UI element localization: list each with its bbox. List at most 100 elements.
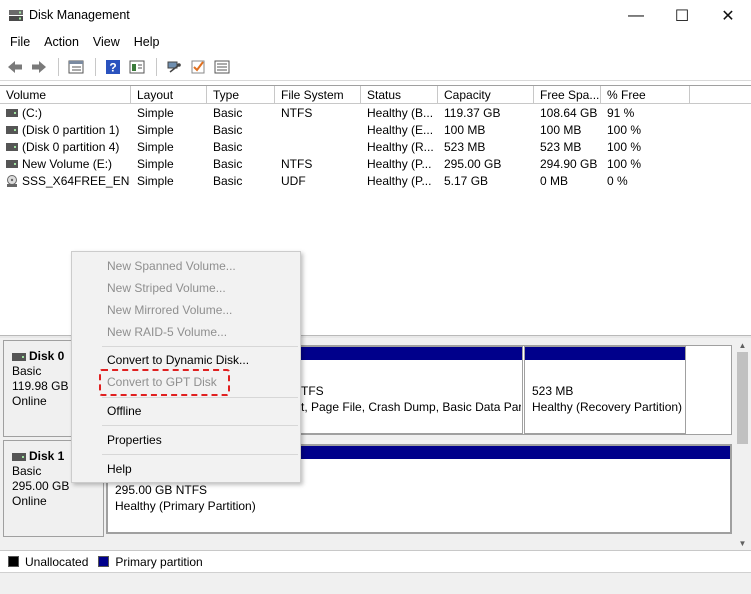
menu-new-raid5-volume[interactable]: New RAID-5 Volume... (107, 321, 227, 343)
cell-capacity: 100 MB (444, 123, 486, 137)
properties-button[interactable] (211, 56, 233, 78)
cell-status: Healthy (P... (367, 174, 432, 188)
primary-partition-swatch (98, 556, 110, 567)
help-icon: ? (106, 59, 120, 74)
column-header-volume[interactable]: Volume (0, 86, 131, 104)
back-button[interactable] (4, 56, 26, 78)
cell-status: Healthy (P... (367, 157, 432, 171)
column-header-layout[interactable]: Layout (131, 86, 207, 104)
menu-separator (102, 397, 298, 398)
cell-volume: (C:) (22, 106, 42, 120)
cell-volume: (Disk 0 partition 4) (22, 140, 120, 154)
disk-list-button[interactable] (65, 56, 87, 78)
menu-convert-to-dynamic-disk[interactable]: Convert to Dynamic Disk... (107, 349, 249, 371)
menu-view[interactable]: View (86, 31, 127, 53)
cell-status: Healthy (R... (367, 140, 434, 154)
maximize-button[interactable]: ☐ (659, 0, 705, 31)
menu-help[interactable]: Help (127, 31, 167, 53)
column-header-capacity[interactable]: Capacity (438, 86, 534, 104)
menu-bar: File Action View Help (0, 31, 751, 53)
cell-file-system: NTFS (281, 106, 313, 120)
cell-percent-free: 100 % (607, 140, 642, 154)
toolbar: ? (0, 53, 751, 81)
context-menu: New Spanned Volume... New Striped Volume… (71, 251, 301, 483)
scroll-up-icon[interactable]: ▲ (734, 338, 751, 352)
connect-button[interactable] (163, 56, 185, 78)
cell-free-space: 0 MB (540, 174, 569, 188)
legend: Unallocated Primary partition (0, 550, 751, 572)
menu-new-striped-volume[interactable]: New Striped Volume... (107, 277, 226, 299)
menu-new-spanned-volume[interactable]: New Spanned Volume... (107, 255, 236, 277)
cell-capacity: 295.00 GB (444, 157, 502, 171)
column-header-free-space[interactable]: Free Spa... (534, 86, 601, 104)
partition-recovery[interactable]: 523 MB Healthy (Recovery Partition) (524, 346, 686, 434)
close-button[interactable]: ✕ (705, 0, 751, 31)
cell-file-system (281, 122, 361, 139)
cell-type: Basic (213, 140, 243, 154)
cell-type: Basic (213, 157, 243, 171)
cell-volume: (Disk 0 partition 1) (22, 123, 120, 137)
status-bar (0, 572, 751, 594)
properties-icon (214, 60, 230, 73)
cd-drive-icon (7, 175, 17, 187)
cell-free-space: 523 MB (540, 140, 582, 154)
volume-icon (6, 126, 18, 134)
menu-new-mirrored-volume[interactable]: New Mirrored Volume... (107, 299, 232, 321)
disk-list-icon (68, 60, 84, 73)
cell-file-system (281, 139, 361, 156)
menu-file[interactable]: File (3, 31, 37, 53)
cell-percent-free: 100 % (607, 157, 642, 171)
menu-separator (102, 425, 298, 426)
table-row[interactable]: (C:) Simple Basic NTFS Healthy (B... 119… (0, 105, 751, 122)
disk-management-icon (9, 10, 23, 21)
legend-unallocated: Unallocated (25, 554, 89, 569)
table-row[interactable]: (Disk 0 partition 4) Simple Basic Health… (0, 139, 751, 156)
table-row[interactable]: (Disk 0 partition 1) Simple Basic Health… (0, 122, 751, 139)
cell-layout: Simple (137, 174, 174, 188)
unallocated-swatch (8, 556, 19, 567)
console-button[interactable] (126, 56, 148, 78)
column-header-percent-free[interactable]: % Free (601, 86, 690, 104)
cell-percent-free: 100 % (607, 123, 642, 137)
cell-layout: Simple (137, 157, 174, 171)
table-row[interactable]: SSS_X64FREE_EN-... Simple Basic UDF Heal… (0, 173, 751, 190)
disk-name: Disk 1 (29, 449, 65, 463)
help-button[interactable]: ? (102, 56, 124, 78)
toolbar-separator (156, 57, 157, 76)
disk-icon (12, 352, 26, 361)
column-header-file-system[interactable]: File System (275, 86, 361, 104)
column-header-type[interactable]: Type (207, 86, 275, 104)
menu-offline[interactable]: Offline (107, 400, 141, 422)
forward-button[interactable] (28, 56, 50, 78)
scroll-thumb[interactable] (737, 352, 748, 444)
cell-type: Basic (213, 123, 243, 137)
cell-layout: Simple (137, 140, 174, 154)
minimize-button[interactable]: — (613, 0, 659, 31)
console-icon (129, 60, 145, 73)
partition-line1: TFS (301, 384, 324, 398)
checklist-button[interactable] (187, 56, 209, 78)
cell-file-system: UDF (281, 174, 306, 188)
menu-action[interactable]: Action (37, 31, 86, 53)
menu-properties[interactable]: Properties (107, 429, 162, 451)
cell-volume: New Volume (E:) (22, 157, 113, 171)
cell-volume: SSS_X64FREE_EN-... (22, 174, 130, 188)
menu-separator (102, 346, 298, 347)
table-row[interactable]: New Volume (E:) Simple Basic NTFS Health… (0, 156, 751, 173)
cell-free-space: 108.64 GB (540, 106, 598, 120)
cell-type: Basic (213, 174, 243, 188)
scroll-down-icon[interactable]: ▼ (734, 536, 751, 550)
volume-icon (6, 109, 18, 117)
cell-percent-free: 0 % (607, 174, 628, 188)
volume-icon (6, 143, 18, 151)
cell-status: Healthy (E... (367, 123, 434, 137)
menu-help-item[interactable]: Help (107, 458, 132, 480)
partition-line1: 295.00 GB NTFS (115, 483, 208, 497)
cell-capacity: 523 MB (444, 140, 486, 154)
column-header-status[interactable]: Status (361, 86, 438, 104)
cell-status: Healthy (B... (367, 106, 434, 120)
svg-text:?: ? (109, 60, 116, 74)
disk-pane-scrollbar[interactable]: ▲ ▼ (734, 338, 751, 550)
legend-primary-partition: Primary partition (115, 554, 203, 569)
column-header-empty (690, 86, 751, 104)
